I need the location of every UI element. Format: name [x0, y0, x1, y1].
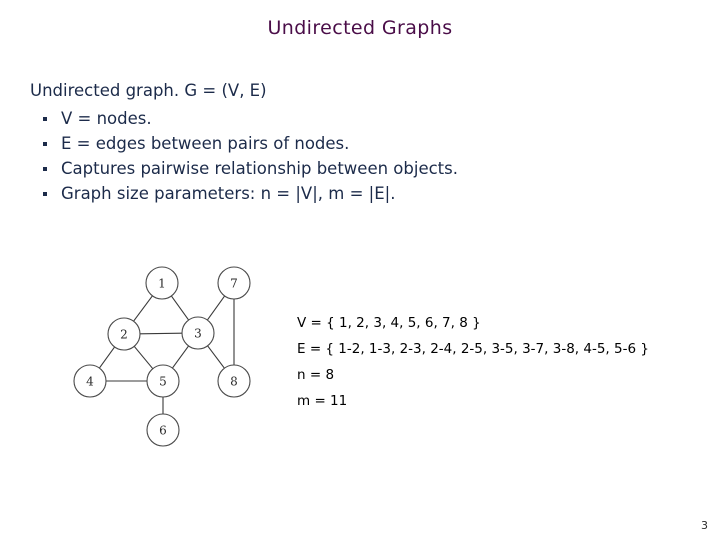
list-item: Captures pairwise relationship between o… [30, 156, 630, 181]
graph-edge [139, 332, 183, 335]
spec-line-m: m = 11 [297, 393, 348, 409]
graph-node-label: 4 [86, 375, 94, 389]
list-item: V = nodes. [30, 106, 630, 131]
list-item: Graph size parameters: n = |V|, m = |E|. [30, 181, 630, 206]
list-item-label: Captures pairwise relationship between o… [61, 159, 458, 178]
graph-node-label: 5 [159, 375, 167, 389]
graph-edge [98, 346, 116, 369]
square-bullet-icon [43, 192, 47, 196]
graph-node: 2 [107, 317, 141, 351]
graph-edge [133, 345, 154, 370]
undirected-graph-diagram: 1 2 3 4 5 6 7 8 [55, 248, 280, 463]
graph-edge [207, 345, 225, 369]
graph-node: 1 [145, 266, 179, 300]
spec-line-vertices: V = { 1, 2, 3, 4, 5, 6, 7, 8 } [297, 315, 481, 331]
spec-line-n: n = 8 [297, 367, 335, 383]
lead-definition-line: Undirected graph. G = (V, E) [30, 81, 267, 100]
square-bullet-icon [43, 167, 47, 171]
graph-edge [133, 295, 153, 322]
graph-edge [171, 345, 190, 369]
graph-node: 5 [146, 364, 180, 398]
graph-node-label: 8 [230, 375, 238, 389]
graph-spec-block: V = { 1, 2, 3, 4, 5, 6, 7, 8 } E = { 1-2… [297, 310, 649, 414]
graph-node: 6 [146, 413, 180, 447]
graph-node-label: 3 [194, 327, 202, 341]
graph-node-layer: 1 2 3 4 5 6 7 8 [73, 266, 251, 447]
graph-node: 8 [217, 364, 251, 398]
page-title: Undirected Graphs [267, 17, 453, 39]
graph-edge [206, 295, 226, 321]
graph-node: 7 [217, 266, 251, 300]
list-item-label: Graph size parameters: n = |V|, m = |E|. [61, 184, 396, 203]
graph-node-label: 6 [159, 424, 167, 438]
bullet-list: V = nodes. E = edges between pairs of no… [30, 106, 630, 206]
graph-edge [170, 295, 190, 321]
square-bullet-icon [43, 117, 47, 121]
spec-line-edges: E = { 1-2, 1-3, 2-3, 2-4, 2-5, 3-5, 3-7,… [297, 341, 649, 357]
graph-node-label: 2 [120, 328, 128, 342]
graph-node-label: 7 [230, 277, 238, 291]
list-item-label: V = nodes. [61, 109, 152, 128]
graph-node-label: 1 [158, 277, 166, 291]
list-item: E = edges between pairs of nodes. [30, 131, 630, 156]
square-bullet-icon [43, 142, 47, 146]
graph-node: 4 [73, 364, 107, 398]
body-text-block: Undirected graph. G = (V, E) V = nodes. … [30, 80, 630, 206]
graph-svg: 1 2 3 4 5 6 7 8 [73, 266, 251, 447]
page-number: 3 [701, 519, 708, 532]
graph-node: 3 [181, 316, 215, 350]
list-item-label: E = edges between pairs of nodes. [61, 134, 350, 153]
